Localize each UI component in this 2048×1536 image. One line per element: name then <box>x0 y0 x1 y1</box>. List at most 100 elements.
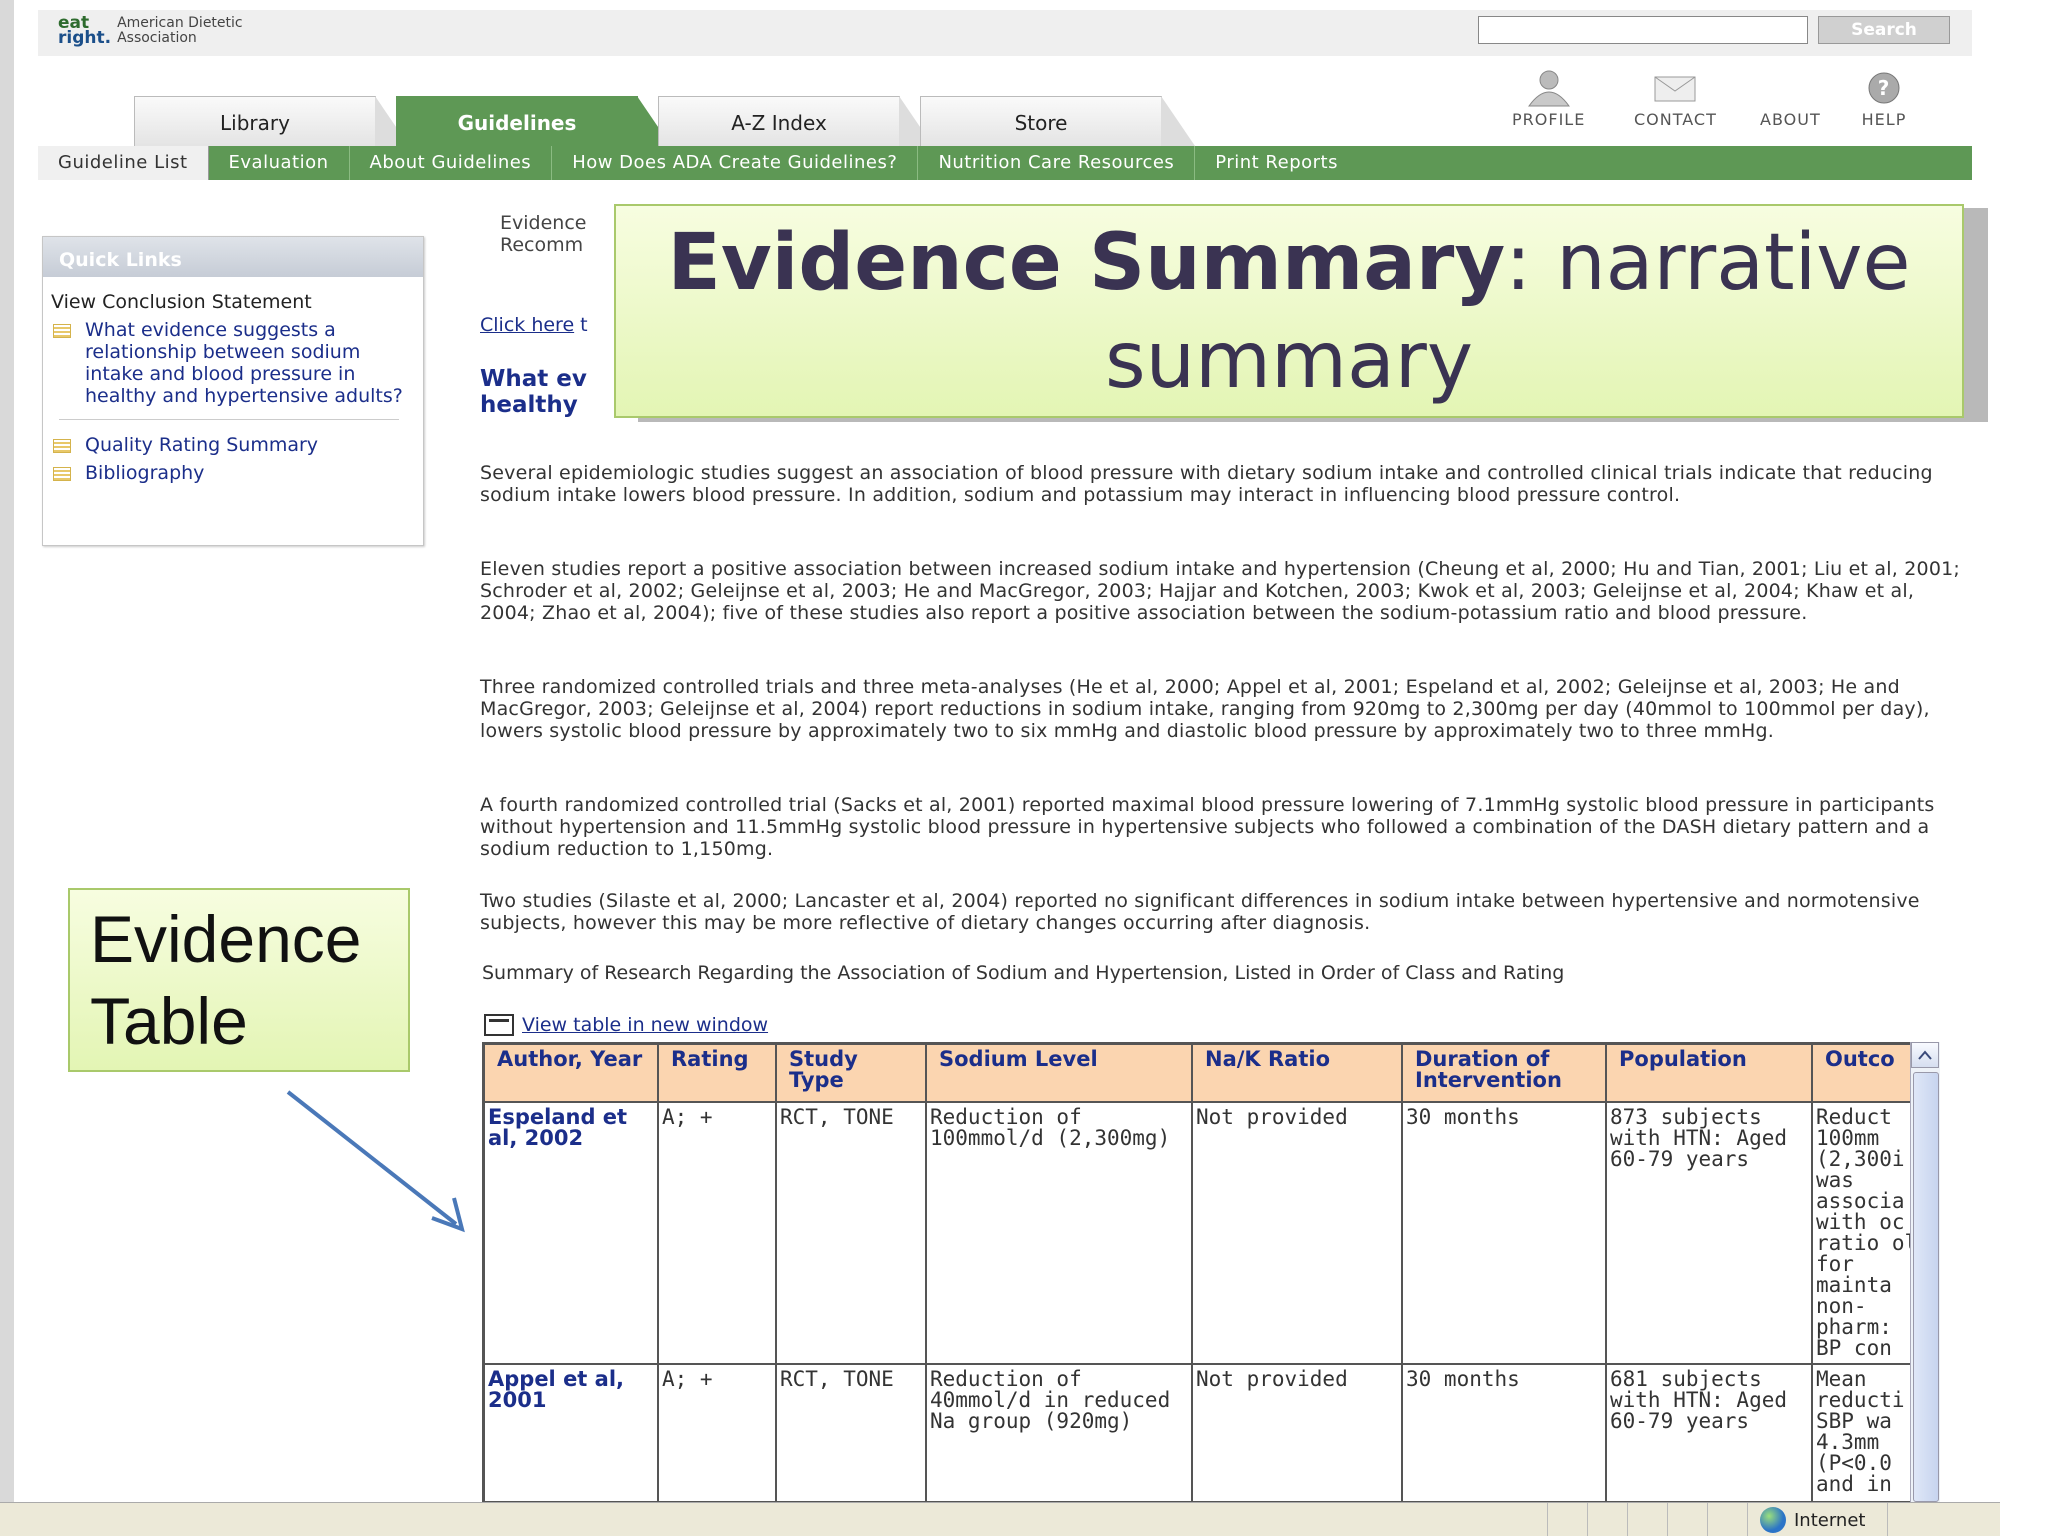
table-row: Appel et al, 2001 A; + RCT, TONE Reducti… <box>483 1363 1923 1501</box>
cell-sodium-level: Reduction of 40mmol/d in reduced Na grou… <box>925 1363 1193 1501</box>
cell-author[interactable]: Espeland et al, 2002 <box>483 1101 659 1365</box>
profile-label: PROFILE <box>1512 110 1586 129</box>
status-cell <box>1628 1503 1668 1536</box>
contact-label: CONTACT <box>1634 110 1717 129</box>
top-bar: eat right. American Dietetic Association… <box>38 10 1972 56</box>
cell-rating: A; + <box>657 1101 777 1365</box>
main-tabs: Library Guidelines A-Z Index Store <box>134 96 1195 146</box>
table-header-row: Author, Year Rating Study Type Sodium Le… <box>483 1043 1923 1103</box>
col-na-k-ratio[interactable]: Na/K Ratio <box>1191 1043 1403 1103</box>
summary-paragraph-5: Two studies (Silaste et al, 2000; Lancas… <box>480 890 1920 934</box>
callout-arrow-icon <box>286 1090 465 1233</box>
callout-title-bold: Evidence Summary <box>667 218 1506 308</box>
svg-text:?: ? <box>1878 76 1891 100</box>
contact-link[interactable]: CONTACT <box>1634 66 1717 129</box>
page-question-line1: What ev <box>480 366 587 392</box>
profile-link[interactable]: PROFILE <box>1512 66 1585 129</box>
evidence-table: Author, Year Rating Study Type Sodium Le… <box>483 1043 1923 1501</box>
quick-link-bibliography-text[interactable]: Bibliography <box>85 462 204 484</box>
security-zone-label: Internet <box>1794 1509 1866 1531</box>
cell-rating: A; + <box>657 1363 777 1501</box>
evidence-table-callout: Evidence Table <box>68 888 410 1072</box>
nav-evaluation[interactable]: Evaluation <box>209 146 350 180</box>
summary-paragraph-4: A fourth randomized controlled trial (Sa… <box>480 794 1935 860</box>
evidence-summary-callout: Evidence Summary: narrative summary <box>614 204 1964 418</box>
about-link[interactable]: ABOUT <box>1760 66 1821 129</box>
page-question: What ev healthy <box>480 366 587 418</box>
summary-paragraph-3: Three randomized controlled trials and t… <box>480 676 1930 742</box>
page-question-line2: healthy <box>480 392 578 418</box>
col-outcome[interactable]: Outco <box>1811 1043 1923 1103</box>
search-input[interactable] <box>1478 16 1808 44</box>
about-icon <box>1762 66 1818 110</box>
quick-link-question-text[interactable]: What evidence suggests a relationship be… <box>85 319 415 407</box>
cell-na-k-ratio: Not provided <box>1191 1101 1403 1365</box>
col-sodium-level[interactable]: Sodium Level <box>925 1043 1193 1103</box>
search-button[interactable]: Search <box>1818 16 1950 44</box>
logo-text: American Dietetic Association <box>117 16 243 46</box>
view-table-link-text[interactable]: View table in new window <box>522 1014 768 1036</box>
new-window-icon <box>484 1014 514 1036</box>
nav-guideline-list[interactable]: Guideline List <box>38 146 209 180</box>
col-study-type[interactable]: Study Type <box>775 1043 927 1103</box>
click-here-rest: t <box>574 314 588 336</box>
quick-link-quality-rating[interactable]: Quality Rating Summary <box>51 434 415 456</box>
bullet-icon <box>53 467 71 481</box>
cell-outcome: Reduct 100mm (2,300i was associa with oc… <box>1811 1101 1923 1365</box>
logo-text-line2: Association <box>117 30 197 46</box>
col-author-year[interactable]: Author, Year <box>483 1043 659 1103</box>
view-conclusion-label: View Conclusion Statement <box>51 291 312 313</box>
quick-link-quality-rating-text[interactable]: Quality Rating Summary <box>85 434 318 456</box>
tab-a-z-index[interactable]: A-Z Index <box>658 96 933 146</box>
col-duration[interactable]: Duration of Intervention <box>1401 1043 1607 1103</box>
quick-link-bibliography[interactable]: Bibliography <box>51 462 415 484</box>
cell-population: 873 subjects with HTN: Aged 60-79 years <box>1605 1101 1813 1365</box>
col-population[interactable]: Population <box>1605 1043 1813 1103</box>
tab-store[interactable]: Store <box>920 96 1195 146</box>
breadcrumb-line2: Recomm <box>500 234 584 256</box>
cell-duration: 30 months <box>1401 1363 1607 1501</box>
table-scrollbar[interactable] <box>1910 1042 1940 1502</box>
nav-nutrition-care-resources[interactable]: Nutrition Care Resources <box>918 146 1196 180</box>
nav-about-guidelines[interactable]: About Guidelines <box>350 146 553 180</box>
scroll-up-arrow-icon[interactable] <box>1911 1042 1939 1068</box>
bullet-icon <box>53 439 71 453</box>
cell-population: 681 subjects with HTN: Aged 60-79 years <box>1605 1363 1813 1501</box>
cell-na-k-ratio: Not provided <box>1191 1363 1403 1501</box>
status-cell <box>1588 1503 1628 1536</box>
help-link[interactable]: ? HELP <box>1856 66 1912 129</box>
eatright-logo[interactable]: eat right. American Dietetic Association <box>58 15 243 47</box>
summary-paragraph-2: Eleven studies report a positive associa… <box>480 558 1960 624</box>
cell-author[interactable]: Appel et al, 2001 <box>483 1363 659 1501</box>
about-label: ABOUT <box>1760 110 1821 129</box>
breadcrumb: Evidence Recomm <box>500 212 586 256</box>
security-zone[interactable]: Internet <box>1748 1503 1888 1536</box>
globe-icon <box>1760 1507 1786 1533</box>
quick-links-divider <box>59 419 399 420</box>
nav-how-ada-creates[interactable]: How Does ADA Create Guidelines? <box>552 146 919 180</box>
click-here-line: Click here t <box>480 314 588 336</box>
click-here-link[interactable]: Click here <box>480 314 574 336</box>
scrollbar-thumb[interactable] <box>1913 1072 1939 1502</box>
breadcrumb-line1: Evidence <box>500 212 587 234</box>
help-label: HELP <box>1861 110 1907 129</box>
cell-outcome: Mean reducti SBP wa 4.3mm (P<0.0 and in <box>1811 1363 1923 1501</box>
cell-sodium-level: Reduction of 100mmol/d (2,300mg) <box>925 1101 1193 1365</box>
table-row: Espeland et al, 2002 A; + RCT, TONE Redu… <box>483 1101 1923 1365</box>
quick-links-panel: Quick Links View Conclusion Statement Wh… <box>42 236 424 546</box>
quick-link-question[interactable]: What evidence suggests a relationship be… <box>51 319 415 407</box>
nav-print-reports[interactable]: Print Reports <box>1195 146 1358 180</box>
envelope-icon <box>1647 66 1703 110</box>
window-left-edge <box>0 0 14 1536</box>
profile-icon <box>1521 66 1577 110</box>
status-cell <box>1548 1503 1588 1536</box>
summary-paragraph-1: Several epidemiologic studies suggest an… <box>480 462 1933 506</box>
view-table-link[interactable]: View table in new window <box>484 1014 768 1036</box>
col-rating[interactable]: Rating <box>657 1043 777 1103</box>
table-title: Summary of Research Regarding the Associ… <box>482 962 1565 984</box>
status-cell <box>1668 1503 1708 1536</box>
browser-status-bar: Internet <box>0 1502 2000 1536</box>
logo-mark: eat right. <box>58 15 111 47</box>
tab-library[interactable]: Library <box>134 96 409 146</box>
tab-guidelines[interactable]: Guidelines <box>396 96 671 146</box>
